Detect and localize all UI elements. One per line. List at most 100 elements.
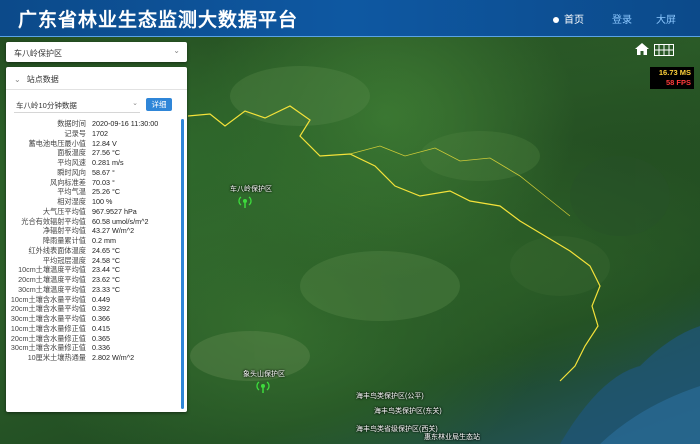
grid-icon	[654, 44, 674, 56]
home-dot-icon	[553, 17, 559, 24]
data-row-key: 平均风速	[57, 158, 86, 167]
detail-button[interactable]: 详细	[146, 98, 172, 111]
station-icon[interactable]	[256, 379, 270, 393]
reserve-select-value: 车八岭保护区	[14, 49, 62, 58]
label-neilingding2[interactable]: 海丰鸟类保护区(东关)	[374, 406, 442, 416]
data-row-key: 30cm土壤含水量修正值	[10, 343, 86, 353]
label-chebaling[interactable]: 车八岭保护区	[230, 184, 272, 194]
data-row-key: 20cm土壤温度平均值	[18, 275, 86, 284]
data-row: 风向标准差 70.03 °	[10, 178, 178, 188]
data-row-value: 967.9527 hPa	[92, 206, 137, 216]
nav-home-label: 首页	[564, 15, 584, 26]
data-row-key: 瞬时风向	[57, 167, 86, 177]
data-row-value: 23.33 °C	[92, 284, 121, 294]
data-row-value: 0.392	[92, 304, 110, 314]
data-row: 10cm土壤含水量平均值 0.449	[10, 295, 178, 305]
data-row: 蓄电池电压最小值 12.84 V	[10, 139, 178, 149]
data-row: 30cm土壤含水量平均值 0.366	[10, 314, 178, 324]
data-row: 平均风速 0.281 m/s	[10, 158, 178, 168]
data-row-key: 数据时间	[57, 119, 86, 128]
station-icon[interactable]	[238, 194, 252, 208]
chevron-down-icon: ⌄	[132, 100, 138, 107]
reserve-select[interactable]: 车八岭保护区 ⌄	[6, 42, 187, 62]
data-row-value: 2020-09-16 11:30:00	[92, 119, 159, 128]
chevron-down-icon: ⌄	[173, 46, 180, 55]
data-row-key: 相对湿度	[57, 197, 86, 206]
data-row-value: 25.26 °C	[92, 187, 121, 197]
data-row-value: 58.67 °	[92, 167, 115, 177]
device-select[interactable]: 车八岭10分钟数据 ⌄	[14, 97, 140, 113]
data-row-value: 1702	[92, 128, 108, 138]
data-row: 红外线表面体温度 24.65 °C	[10, 246, 178, 256]
data-row-value: 43.27 W/m^2	[92, 226, 135, 236]
data-row: 净辐射平均值 43.27 W/m^2	[10, 226, 178, 236]
data-row: 平均气温 25.26 °C	[10, 187, 178, 197]
fps-fps: 58 FPS	[665, 78, 691, 87]
data-row-value: 23.62 °C	[92, 275, 121, 284]
data-row-key: 10厘米土壤热通量	[27, 353, 86, 362]
data-row-value: 0.2 mm	[92, 236, 116, 245]
data-row-key: 面板温度	[57, 148, 86, 158]
data-row: 10cm土壤含水量修正值 0.415	[10, 324, 178, 334]
data-row: 20cm土壤含水量平均值 0.392	[10, 304, 178, 314]
data-row-key: 30cm土壤温度平均值	[18, 284, 86, 294]
data-row-key: 风向标准差	[50, 177, 86, 187]
data-row-value: 0.366	[92, 314, 110, 323]
data-row: 10厘米土壤热通量 2.802 W/m^2	[10, 353, 178, 363]
data-row: 20cm土壤温度平均值 23.62 °C	[10, 275, 178, 285]
data-row-value: 60.58 umol/s/m^2	[92, 216, 149, 226]
data-row-key: 净辐射平均值	[42, 226, 86, 236]
data-row-value: 0.336	[92, 343, 110, 353]
data-rows: 数据时间 2020-09-16 11:30:00 记录号 1702 蓄电池电压最小值 12…	[10, 119, 178, 363]
data-row: 相对湿度 100 %	[10, 197, 178, 207]
fps-ms: 16.73 MS	[658, 68, 691, 77]
data-row-value: 23.44 °C	[92, 265, 121, 275]
data-row: 光合有效辐射平均值 60.58 umol/s/m^2	[10, 217, 178, 227]
house-icon	[635, 43, 649, 55]
data-row: 瞬时风向 58.67 °	[10, 168, 178, 178]
data-row-key: 20cm土壤含水量平均值	[10, 304, 86, 314]
data-row: 数据时间 2020-09-16 11:30:00	[10, 119, 178, 129]
data-row-value: 100 %	[92, 197, 113, 206]
data-row-value: 24.65 °C	[92, 245, 121, 255]
station-data-header[interactable]: ⌄ 站点数据	[14, 74, 59, 85]
map-layers-button[interactable]	[654, 43, 674, 56]
station-data-panel: ⌄ 站点数据 车八岭10分钟数据 ⌄ 详细 数据时间 2020-09-16 11:3…	[6, 67, 187, 412]
map-home-button[interactable]	[634, 42, 650, 56]
nav-bigscreen[interactable]: 大屏	[656, 11, 676, 26]
label-xiangtoushan[interactable]: 象头山保护区	[243, 369, 285, 379]
data-row-value: 27.56 °C	[92, 148, 121, 158]
data-row-key: 平均气温	[57, 187, 86, 197]
data-row-value: 0.365	[92, 333, 110, 343]
data-row: 20cm土壤含水量修正值 0.365	[10, 334, 178, 344]
data-row-key: 10cm土壤含水量平均值	[10, 294, 86, 304]
data-row-key: 10cm土壤温度平均值	[18, 265, 86, 275]
data-row: 降雨量累计值 0.2 mm	[10, 236, 178, 246]
data-row-key: 10cm土壤含水量修正值	[10, 323, 86, 333]
data-row-key: 大气压平均值	[42, 206, 86, 216]
fps-counter: 16.73 MS 58 FPS	[650, 67, 694, 89]
data-row-value: 2.802 W/m^2	[92, 353, 135, 362]
device-select-value: 车八岭10分钟数据	[16, 101, 77, 110]
label-neilingding[interactable]: 海丰鸟类保护区(公平)	[356, 391, 424, 401]
data-row-value: 0.281 m/s	[92, 158, 124, 167]
data-row: 30cm土壤温度平均值 23.33 °C	[10, 285, 178, 295]
scrollbar[interactable]	[181, 119, 184, 409]
app-title: 广东省林业生态监测大数据平台	[18, 10, 299, 31]
data-row-value: 70.03 °	[92, 177, 115, 187]
data-row: 30cm土壤含水量修正值 0.336	[10, 343, 178, 353]
label-forestry-station[interactable]: 惠东林业局生态站	[424, 432, 480, 442]
data-row-key: 平均冠层温度	[42, 255, 86, 265]
divider	[6, 89, 187, 90]
nav-login[interactable]: 登录	[612, 11, 632, 26]
data-row-value: 12.84 V	[92, 138, 117, 148]
station-data-title: 站点数据	[26, 75, 59, 84]
data-row-key: 记录号	[64, 128, 86, 138]
data-row: 平均冠层温度 24.58 °C	[10, 256, 178, 266]
data-row-key: 蓄电池电压最小值	[28, 138, 86, 148]
nav-home[interactable]: 首页	[553, 11, 584, 26]
data-row-value: 24.58 °C	[92, 255, 121, 265]
data-row-key: 30cm土壤含水量平均值	[10, 314, 86, 323]
data-row: 10cm土壤温度平均值 23.44 °C	[10, 265, 178, 275]
data-row: 面板温度 27.56 °C	[10, 148, 178, 158]
